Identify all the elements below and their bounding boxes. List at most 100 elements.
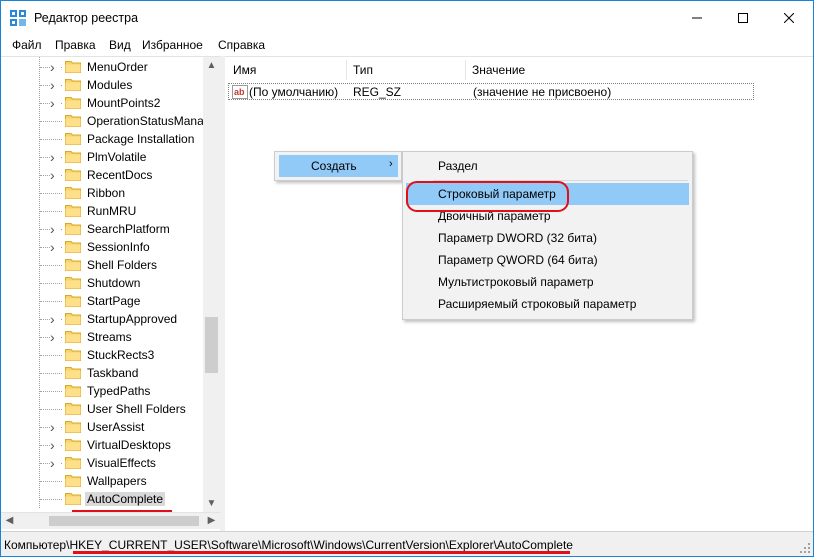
column-separator[interactable] [346,60,347,80]
scroll-down-arrow-icon[interactable]: ▼ [203,495,220,512]
expand-chevron-icon[interactable]: › [50,150,60,164]
folder-icon [65,169,81,181]
tree-item-label: SearchPlatform [87,222,170,236]
tree-item[interactable]: › SearchPlatform [1,220,201,238]
tree-item[interactable]: › Modules [1,76,201,94]
expand-chevron-icon[interactable]: › [50,456,60,470]
expand-chevron-icon[interactable]: › [50,78,60,92]
tree-connector [40,481,62,482]
tree-item[interactable]: Wallpapers [1,472,201,490]
tree-item[interactable]: StuckRects3 [1,346,201,364]
registry-editor-window: Редактор реестра Файл Правка Вид Избранн… [0,0,814,557]
tree-item-label: Modules [87,78,133,92]
expand-chevron-icon[interactable]: › [50,438,60,452]
window-title: Редактор реестра [34,11,139,25]
menu-item-qword-value[interactable]: Параметр QWORD (64 бита) [406,249,689,271]
tree-item[interactable]: Shutdown [1,274,201,292]
expand-chevron-icon[interactable]: › [50,312,60,326]
tree-item[interactable]: › MountPoints2 [1,94,201,112]
registry-tree[interactable]: › MenuOrder › Modules › MountPoints2 Operation… [1,56,220,519]
tree-item[interactable]: › RecentDocs [1,166,201,184]
tree-item[interactable]: › PlmVolatile [1,148,201,166]
table-row[interactable]: ab (По умолчанию) REG_SZ (значение не пр… [228,83,754,100]
maximize-button[interactable] [720,1,766,35]
menu-edit[interactable]: Правка [55,38,96,52]
tree-connector [40,391,62,392]
folder-icon [65,277,81,289]
menu-file[interactable]: Файл [12,38,42,52]
hscroll-thumb[interactable] [49,516,199,526]
tree-item[interactable]: Package Installation [1,130,201,148]
menu-item-multi-string-value[interactable]: Мультистроковый параметр [406,271,689,293]
menu-favorites[interactable]: Избранное [142,38,203,52]
menu-item-key-label: Раздел [438,159,478,173]
minimize-button[interactable] [674,1,720,35]
expand-chevron-icon[interactable]: › [50,330,60,344]
tree-item[interactable]: › Streams [1,328,201,346]
tree-item[interactable]: › StartupApproved [1,310,201,328]
tree-connector [40,211,62,212]
menu-bar: Файл Правка Вид Избранное Справка [1,35,813,55]
folder-icon [65,223,81,235]
tree-connector [40,301,62,302]
tree-item[interactable]: › UserAssist [1,418,201,436]
folder-icon [65,187,81,199]
folder-icon [65,457,81,469]
svg-text:ab: ab [234,87,245,97]
tree-item[interactable]: User Shell Folders [1,400,201,418]
maximize-icon [738,13,748,23]
column-separator[interactable] [465,60,466,80]
expand-chevron-icon[interactable]: › [50,96,60,110]
expand-chevron-icon[interactable]: › [50,420,60,434]
close-button[interactable] [766,1,812,35]
folder-icon [65,385,81,397]
scroll-up-arrow-icon[interactable]: ▲ [203,57,220,74]
tree-item[interactable]: StartPage [1,292,201,310]
expand-chevron-icon[interactable]: › [50,222,60,236]
tree-connector [40,373,62,374]
tree-item[interactable]: Ribbon [1,184,201,202]
tree-item[interactable]: OperationStatusMana [1,112,204,130]
tree-item[interactable]: TypedPaths [1,382,201,400]
title-bar: Редактор реестра [1,1,813,35]
menu-help[interactable]: Справка [218,38,265,52]
menu-item-expandable-string-value[interactable]: Расширяемый строковый параметр [406,293,689,315]
expand-chevron-icon[interactable]: › [50,168,60,182]
folder-icon [65,241,81,253]
menu-view[interactable]: Вид [109,38,131,52]
menu-item-create[interactable]: Создать › [279,155,398,177]
column-header-value[interactable]: Значение [472,60,525,80]
resize-grip-icon[interactable] [799,542,811,554]
tree-item[interactable]: AutoComplete [1,490,201,508]
folder-icon [65,331,81,343]
tree-item[interactable]: › VisualEffects [1,454,201,472]
scroll-left-arrow-icon[interactable]: ◀ [1,513,18,530]
tree-item[interactable]: › MenuOrder [1,58,201,76]
tree-item[interactable]: RunMRU [1,202,201,220]
tree-item-label: StuckRects3 [87,348,155,362]
scroll-thumb[interactable] [205,317,218,373]
column-header-type[interactable]: Тип [353,60,373,80]
submenu-arrow-icon: › [389,158,393,170]
tree-item-label: VisualEffects [87,456,156,470]
folder-icon [65,439,81,451]
tree-horizontal-scrollbar[interactable]: ◀ ▶ [1,512,220,529]
tree-item[interactable]: Shell Folders [1,256,201,274]
menu-item-expandable-string-value-label: Расширяемый строковый параметр [438,297,637,311]
status-path: Компьютер\HKEY_CURRENT_USER\Software\Mic… [4,538,573,552]
tree-item[interactable]: Taskband [1,364,201,382]
value-data: (значение не присвоено) [473,85,612,99]
menu-item-key[interactable]: Раздел [406,155,689,177]
menu-item-dword-value[interactable]: Параметр DWORD (32 бита) [406,227,689,249]
tree-item-label: Taskband [87,366,139,380]
expand-chevron-icon[interactable]: › [50,60,60,74]
column-header-name[interactable]: Имя [233,60,256,80]
tree-vertical-scrollbar[interactable]: ▲ ▼ [203,57,220,512]
tree-item[interactable]: › VirtualDesktops [1,436,201,454]
tree-connector [40,499,62,500]
scroll-right-arrow-icon[interactable]: ▶ [203,513,220,530]
tree-item[interactable]: › SessionInfo [1,238,201,256]
tree-connector [40,265,62,266]
expand-chevron-icon[interactable]: › [50,240,60,254]
tree-item-label: UserAssist [87,420,145,434]
